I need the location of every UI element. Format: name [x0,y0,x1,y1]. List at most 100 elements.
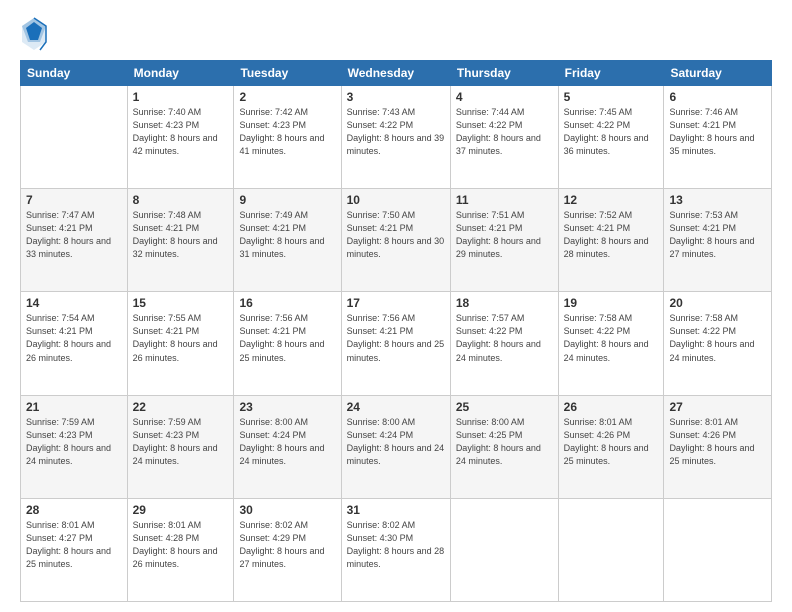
weekday-header-friday: Friday [558,61,664,86]
cell-sun-info: Sunrise: 7:57 AMSunset: 4:22 PMDaylight:… [456,312,553,364]
weekday-header-tuesday: Tuesday [234,61,341,86]
cell-day-number: 15 [133,296,229,310]
cell-sun-info: Sunrise: 8:01 AMSunset: 4:28 PMDaylight:… [133,519,229,571]
weekday-header-wednesday: Wednesday [341,61,450,86]
calendar-cell: 12 Sunrise: 7:52 AMSunset: 4:21 PMDayligh… [558,189,664,292]
cell-day-number: 16 [239,296,335,310]
calendar-cell [558,498,664,601]
cell-sun-info: Sunrise: 7:48 AMSunset: 4:21 PMDaylight:… [133,209,229,261]
cell-sun-info: Sunrise: 7:52 AMSunset: 4:21 PMDaylight:… [564,209,659,261]
weekday-header-thursday: Thursday [450,61,558,86]
cell-day-number: 22 [133,400,229,414]
cell-sun-info: Sunrise: 7:59 AMSunset: 4:23 PMDaylight:… [26,416,122,468]
cell-day-number: 31 [347,503,445,517]
calendar-week-row: 21Sunrise: 7:59 AMSunset: 4:23 PMDayligh… [21,395,772,498]
cell-day-number: 7 [26,193,122,207]
logo-icon [20,16,48,52]
cell-day-number: 20 [669,296,766,310]
cell-day-number: 13 [669,193,766,207]
cell-day-number: 5 [564,90,659,104]
calendar-week-row: 28 Sunrise: 8:01 AMSunset: 4:27 PMDayligh… [21,498,772,601]
calendar-cell: 21Sunrise: 7:59 AMSunset: 4:23 PMDayligh… [21,395,128,498]
weekday-header-monday: Monday [127,61,234,86]
calendar-cell: 27Sunrise: 8:01 AMSunset: 4:26 PMDayligh… [664,395,772,498]
calendar-cell: 19 Sunrise: 7:58 AMSunset: 4:22 PMDayligh… [558,292,664,395]
calendar-cell: 13 Sunrise: 7:53 AMSunset: 4:21 PMDayligh… [664,189,772,292]
page: SundayMondayTuesdayWednesdayThursdayFrid… [0,0,792,612]
cell-sun-info: Sunrise: 7:56 AMSunset: 4:21 PMDaylight:… [347,312,445,364]
cell-day-number: 26 [564,400,659,414]
cell-sun-info: Sunrise: 7:54 AMSunset: 4:21 PMDaylight:… [26,312,122,364]
cell-sun-info: Sunrise: 7:49 AMSunset: 4:21 PMDaylight:… [239,209,335,261]
calendar-cell: 11 Sunrise: 7:51 AMSunset: 4:21 PMDayligh… [450,189,558,292]
cell-day-number: 17 [347,296,445,310]
cell-sun-info: Sunrise: 7:51 AMSunset: 4:21 PMDaylight:… [456,209,553,261]
weekday-header-row: SundayMondayTuesdayWednesdayThursdayFrid… [21,61,772,86]
calendar-cell: 20 Sunrise: 7:58 AMSunset: 4:22 PMDayligh… [664,292,772,395]
cell-day-number: 8 [133,193,229,207]
cell-sun-info: Sunrise: 8:01 AMSunset: 4:26 PMDaylight:… [669,416,766,468]
cell-sun-info: Sunrise: 8:02 AMSunset: 4:30 PMDaylight:… [347,519,445,571]
calendar-cell [21,86,128,189]
calendar-cell: 30Sunrise: 8:02 AMSunset: 4:29 PMDayligh… [234,498,341,601]
calendar-cell: 28 Sunrise: 8:01 AMSunset: 4:27 PMDayligh… [21,498,128,601]
cell-sun-info: Sunrise: 8:00 AMSunset: 4:24 PMDaylight:… [239,416,335,468]
cell-day-number: 12 [564,193,659,207]
cell-sun-info: Sunrise: 7:46 AMSunset: 4:21 PMDaylight:… [669,106,766,158]
calendar-table: SundayMondayTuesdayWednesdayThursdayFrid… [20,60,772,602]
header [20,16,772,52]
cell-day-number: 30 [239,503,335,517]
calendar-week-row: 14 Sunrise: 7:54 AMSunset: 4:21 PMDayligh… [21,292,772,395]
cell-day-number: 6 [669,90,766,104]
cell-day-number: 25 [456,400,553,414]
calendar-cell: 5 Sunrise: 7:45 AMSunset: 4:22 PMDaylight… [558,86,664,189]
calendar-week-row: 1 Sunrise: 7:40 AMSunset: 4:23 PMDaylight… [21,86,772,189]
cell-sun-info: Sunrise: 7:58 AMSunset: 4:22 PMDaylight:… [669,312,766,364]
calendar-cell: 22Sunrise: 7:59 AMSunset: 4:23 PMDayligh… [127,395,234,498]
cell-sun-info: Sunrise: 8:01 AMSunset: 4:27 PMDaylight:… [26,519,122,571]
cell-sun-info: Sunrise: 7:45 AMSunset: 4:22 PMDaylight:… [564,106,659,158]
cell-day-number: 18 [456,296,553,310]
cell-day-number: 9 [239,193,335,207]
cell-day-number: 10 [347,193,445,207]
calendar-cell: 25 Sunrise: 8:00 AMSunset: 4:25 PMDayligh… [450,395,558,498]
weekday-header-saturday: Saturday [664,61,772,86]
calendar-cell: 8 Sunrise: 7:48 AMSunset: 4:21 PMDaylight… [127,189,234,292]
cell-day-number: 23 [239,400,335,414]
calendar-cell: 26 Sunrise: 8:01 AMSunset: 4:26 PMDayligh… [558,395,664,498]
cell-day-number: 28 [26,503,122,517]
cell-sun-info: Sunrise: 8:00 AMSunset: 4:25 PMDaylight:… [456,416,553,468]
cell-sun-info: Sunrise: 7:40 AMSunset: 4:23 PMDaylight:… [133,106,229,158]
calendar-cell: 18 Sunrise: 7:57 AMSunset: 4:22 PMDayligh… [450,292,558,395]
calendar-cell: 23 Sunrise: 8:00 AMSunset: 4:24 PMDayligh… [234,395,341,498]
cell-day-number: 11 [456,193,553,207]
cell-day-number: 14 [26,296,122,310]
calendar-cell: 9 Sunrise: 7:49 AMSunset: 4:21 PMDaylight… [234,189,341,292]
calendar-cell: 15 Sunrise: 7:55 AMSunset: 4:21 PMDayligh… [127,292,234,395]
calendar-cell: 24Sunrise: 8:00 AMSunset: 4:24 PMDayligh… [341,395,450,498]
cell-day-number: 29 [133,503,229,517]
cell-sun-info: Sunrise: 7:53 AMSunset: 4:21 PMDaylight:… [669,209,766,261]
cell-sun-info: Sunrise: 7:55 AMSunset: 4:21 PMDaylight:… [133,312,229,364]
logo [20,16,48,52]
calendar-cell: 17 Sunrise: 7:56 AMSunset: 4:21 PMDayligh… [341,292,450,395]
calendar-cell: 1 Sunrise: 7:40 AMSunset: 4:23 PMDaylight… [127,86,234,189]
cell-sun-info: Sunrise: 7:43 AMSunset: 4:22 PMDaylight:… [347,106,445,158]
calendar-cell: 4Sunrise: 7:44 AMSunset: 4:22 PMDaylight… [450,86,558,189]
cell-sun-info: Sunrise: 8:01 AMSunset: 4:26 PMDaylight:… [564,416,659,468]
cell-day-number: 24 [347,400,445,414]
cell-day-number: 19 [564,296,659,310]
cell-sun-info: Sunrise: 7:58 AMSunset: 4:22 PMDaylight:… [564,312,659,364]
cell-sun-info: Sunrise: 7:50 AMSunset: 4:21 PMDaylight:… [347,209,445,261]
cell-day-number: 2 [239,90,335,104]
cell-sun-info: Sunrise: 7:47 AMSunset: 4:21 PMDaylight:… [26,209,122,261]
cell-sun-info: Sunrise: 7:42 AMSunset: 4:23 PMDaylight:… [239,106,335,158]
cell-day-number: 4 [456,90,553,104]
calendar-cell: 7 Sunrise: 7:47 AMSunset: 4:21 PMDaylight… [21,189,128,292]
calendar-cell: 31 Sunrise: 8:02 AMSunset: 4:30 PMDayligh… [341,498,450,601]
cell-day-number: 1 [133,90,229,104]
weekday-header-sunday: Sunday [21,61,128,86]
cell-day-number: 3 [347,90,445,104]
calendar-cell: 14 Sunrise: 7:54 AMSunset: 4:21 PMDayligh… [21,292,128,395]
calendar-cell: 10 Sunrise: 7:50 AMSunset: 4:21 PMDayligh… [341,189,450,292]
